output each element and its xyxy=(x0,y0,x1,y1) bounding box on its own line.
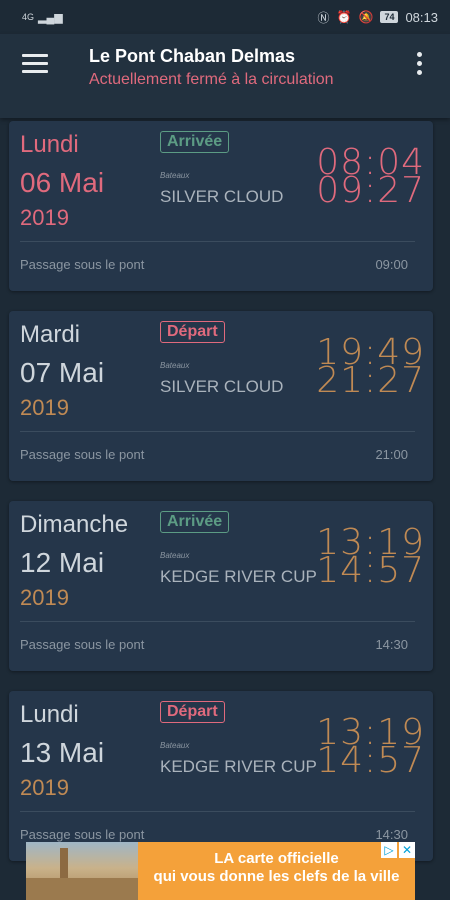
schedule-card[interactable]: Dimanche 12 Mai 2019 Arrivée Bateaux KED… xyxy=(9,501,433,671)
card-year: 2019 xyxy=(20,585,69,610)
close-icon[interactable]: ✕ xyxy=(399,842,415,858)
passage-label: Passage sous le pont xyxy=(20,447,145,462)
card-day: Mardi xyxy=(20,321,81,348)
network-indicator: 4G ▂▄▆ xyxy=(22,11,63,24)
ship-name: SILVER CLOUD xyxy=(160,187,284,206)
card-day: Dimanche xyxy=(20,511,129,538)
ship-logo: Bateaux xyxy=(160,551,190,560)
status-icons: Ⓝ ⏰ 🔕 74 08:13 xyxy=(318,9,438,26)
menu-icon[interactable] xyxy=(22,54,48,78)
closing-end-time: 09:27 xyxy=(316,170,425,211)
ad-banner[interactable]: LA carte officielle qui vous donne les c… xyxy=(26,842,415,900)
closing-end-time: 21:27 xyxy=(316,360,425,401)
ship-name: KEDGE RIVER CUP xyxy=(160,757,317,776)
passage-time: 14:30 xyxy=(375,637,408,652)
city-image xyxy=(26,842,138,900)
card-day: Lundi xyxy=(20,131,79,158)
card-year: 2019 xyxy=(20,205,69,230)
alarm-icon: ⏰ xyxy=(336,10,352,24)
card-day: Lundi xyxy=(20,701,79,728)
ad-tagline: qui vous donne les clefs de la ville xyxy=(153,868,400,885)
departure-badge: Départ xyxy=(160,701,225,723)
divider xyxy=(20,621,415,622)
divider xyxy=(20,431,415,432)
passage-time: 14:30 xyxy=(375,827,408,842)
network-label: 4G xyxy=(22,12,35,22)
passage-label: Passage sous le pont xyxy=(20,827,145,842)
card-date: 07 Mai xyxy=(20,357,105,388)
bridge-status: Actuellement fermé à la circulation xyxy=(89,71,334,88)
schedule-card[interactable]: Lundi 13 Mai 2019 Départ Bateaux KEDGE R… xyxy=(9,691,433,861)
ad-info-icon[interactable]: ▷ xyxy=(381,842,397,858)
ship-logo: Bateaux xyxy=(160,171,190,180)
arrival-badge: Arrivée xyxy=(160,511,230,533)
signal-icon: ▂▄▆ xyxy=(38,11,63,24)
battery-icon: 74 xyxy=(380,11,399,23)
departure-badge: Départ xyxy=(160,321,225,343)
card-date: 12 Mai xyxy=(20,547,105,578)
card-date: 06 Mai xyxy=(20,167,105,198)
mute-icon: 🔕 xyxy=(358,10,374,24)
page-title: Le Pont Chaban Delmas xyxy=(89,46,296,66)
passage-label: Passage sous le pont xyxy=(20,637,145,652)
ad-headline: LA carte officielle xyxy=(214,850,339,867)
passage-time: 21:00 xyxy=(375,447,408,462)
status-bar: 4G ▂▄▆ Ⓝ ⏰ 🔕 74 08:13 xyxy=(0,0,450,34)
card-year: 2019 xyxy=(20,395,69,420)
ship-logo: Bateaux xyxy=(160,741,190,750)
divider xyxy=(20,241,415,242)
ship-name: KEDGE RIVER CUP xyxy=(160,567,317,586)
card-year: 2019 xyxy=(20,775,69,800)
schedule-card[interactable]: Lundi 06 Mai 2019 Arrivée Bateaux SILVER… xyxy=(9,121,433,291)
closing-end-time: 14:57 xyxy=(316,550,425,591)
ad-controls: ▷ ✕ xyxy=(381,842,415,858)
schedule-card[interactable]: Mardi 07 Mai 2019 Départ Bateaux SILVER … xyxy=(9,311,433,481)
card-date: 13 Mai xyxy=(20,737,105,768)
passage-label: Passage sous le pont xyxy=(20,257,145,272)
nfc-icon: Ⓝ xyxy=(317,10,330,25)
more-options-icon[interactable] xyxy=(414,52,424,80)
ship-name: SILVER CLOUD xyxy=(160,377,284,396)
divider xyxy=(20,811,415,812)
app-bar: Le Pont Chaban Delmas Actuellement fermé… xyxy=(0,34,450,118)
arrival-badge: Arrivée xyxy=(160,131,230,153)
closing-end-time: 14:57 xyxy=(316,740,425,781)
passage-time: 09:00 xyxy=(375,257,408,272)
ship-logo: Bateaux xyxy=(160,361,190,370)
ad-text: LA carte officielle qui vous donne les c… xyxy=(138,850,415,885)
clock: 08:13 xyxy=(405,9,438,25)
